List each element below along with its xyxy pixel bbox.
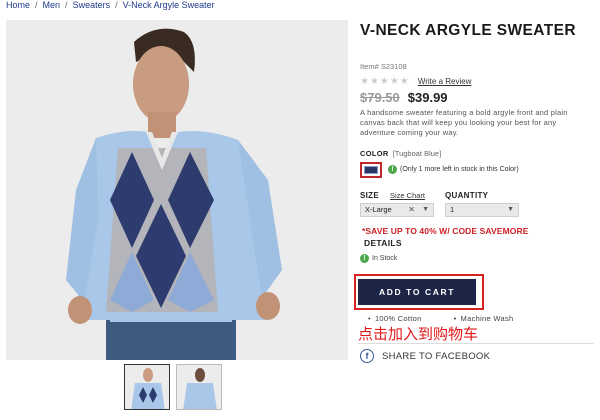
item-number: Item# S23108 xyxy=(360,62,407,71)
size-select[interactable]: X-Large ✕ ▼ xyxy=(360,203,434,217)
details-heading[interactable]: DETAILS xyxy=(364,238,402,248)
breadcrumb-men[interactable]: Men xyxy=(43,0,61,10)
breadcrumb-separator: / xyxy=(115,0,118,10)
sale-price: $39.99 xyxy=(407,90,448,105)
breadcrumb-sweaters[interactable]: Sweaters xyxy=(73,0,111,10)
breadcrumb: Home / Men / Sweaters / V-Neck Argyle Sweater xyxy=(6,0,215,14)
thumbnail-strip xyxy=(124,364,222,410)
original-price: $79.50 xyxy=(360,90,400,105)
swatch-fill xyxy=(364,166,378,174)
chinese-annotation: 点击加入到购物车 xyxy=(358,325,479,343)
color-row: COLOR [Tugboat Blue] xyxy=(360,149,441,158)
color-label: COLOR xyxy=(360,149,389,158)
divider xyxy=(358,343,594,344)
facebook-icon[interactable]: f xyxy=(360,349,374,363)
add-to-cart-button[interactable]: ADD TO CART xyxy=(358,279,476,305)
product-description: A handsome sweater featuring a bold argy… xyxy=(360,108,568,137)
size-label: SIZE xyxy=(360,191,379,200)
quantity-select[interactable]: 1 ▼ xyxy=(445,203,519,217)
in-stock-status: ! In Stock xyxy=(360,254,397,263)
chevron-down-icon[interactable]: ▼ xyxy=(507,204,514,216)
color-stock-note: ! (Only 1 more left in stock in this Col… xyxy=(388,165,519,174)
in-stock-text: In Stock xyxy=(372,255,398,262)
product-main-image[interactable] xyxy=(6,20,348,360)
info-icon: ! xyxy=(360,254,369,263)
breadcrumb-home[interactable]: Home xyxy=(6,0,30,10)
stock-note-text: (Only 1 more left in stock in this Color… xyxy=(400,166,519,173)
thumbnail-back[interactable] xyxy=(176,364,222,410)
product-photo xyxy=(6,20,348,360)
write-review-link[interactable]: Write a Review xyxy=(418,77,472,86)
size-chart-link[interactable]: Size Chart xyxy=(390,191,425,200)
size-selected-value: X-Large xyxy=(365,205,392,214)
info-icon: ! xyxy=(388,165,397,174)
promo-text: *SAVE UP TO 40% W/ CODE SAVEMORE xyxy=(362,226,529,236)
price-row: $79.50 $39.99 xyxy=(360,90,448,105)
star-rating-icon[interactable]: ★★★★★ xyxy=(360,76,410,87)
breadcrumb-current: V-Neck Argyle Sweater xyxy=(122,0,215,10)
color-swatch-tugboat-blue[interactable] xyxy=(360,162,382,178)
color-value: [Tugboat Blue] xyxy=(392,149,442,158)
share-facebook-label[interactable]: SHARE TO FACEBOOK xyxy=(382,351,490,362)
clear-icon[interactable]: ✕ xyxy=(408,204,415,216)
chevron-down-icon[interactable]: ▼ xyxy=(422,204,429,216)
share-facebook-row[interactable]: f SHARE TO FACEBOOK xyxy=(360,349,490,363)
feature-item: 100% Cotton xyxy=(368,314,422,323)
feature-item: Machine Wash xyxy=(454,314,514,323)
breadcrumb-separator: / xyxy=(35,0,38,10)
feature-list: 100% Cotton Machine Wash xyxy=(368,314,513,323)
quantity-label: QUANTITY xyxy=(445,191,489,200)
quantity-selected-value: 1 xyxy=(450,205,455,214)
thumbnail-front[interactable] xyxy=(124,364,170,410)
rating-row: ★★★★★ Write a Review xyxy=(360,76,471,87)
breadcrumb-separator: / xyxy=(65,0,68,10)
product-title: V-NECK ARGYLE SWEATER xyxy=(360,22,576,39)
